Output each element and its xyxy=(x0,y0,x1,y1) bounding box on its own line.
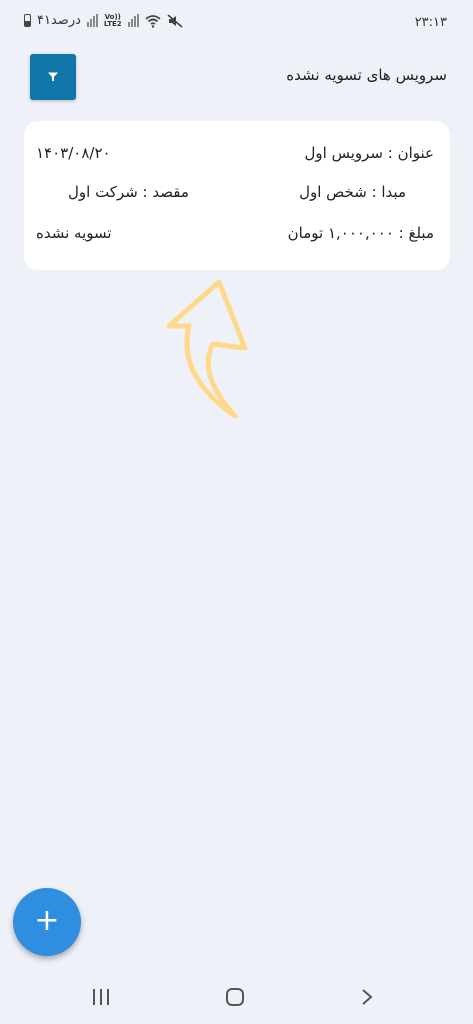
filter-icon xyxy=(48,72,58,82)
volte-text-bottom: LTE2 xyxy=(103,19,122,28)
status-time: ۲۳:۱۳ xyxy=(414,15,447,30)
service-amount: مبلغ : ۱,۰۰۰,۰۰۰ تومان xyxy=(287,224,434,242)
status-bar: ۴۱درصد Vo)) LTE2 ۲۳:۱۳ xyxy=(0,0,473,44)
volte-icon: Vo)) LTE2 xyxy=(103,13,122,28)
battery-icon xyxy=(24,14,31,27)
home-icon[interactable] xyxy=(226,988,244,1006)
filter-button[interactable] xyxy=(30,54,76,100)
card-row-title: عنوان : سرویس اول ۱۴۰۳/۰۸/۲۰ xyxy=(24,144,450,166)
wifi-icon xyxy=(145,14,161,28)
signal-icon xyxy=(86,14,98,27)
signal-icon xyxy=(127,14,139,27)
page-title: سرویس های تسویه نشده xyxy=(286,66,447,84)
service-destination: مقصد : شرکت اول xyxy=(68,183,189,201)
service-origin: مبدا : شخص اول xyxy=(299,183,406,201)
status-icons: ۴۱درصد Vo)) LTE2 xyxy=(24,13,183,28)
card-row-route: مبدا : شخص اول مقصد : شرکت اول xyxy=(24,183,450,205)
arrow-up-icon xyxy=(166,279,248,419)
back-icon[interactable] xyxy=(358,988,376,1006)
navigation-bar xyxy=(0,966,473,1024)
service-date: ۱۴۰۳/۰۸/۲۰ xyxy=(36,144,111,162)
service-card[interactable]: عنوان : سرویس اول ۱۴۰۳/۰۸/۲۰ مبدا : شخص … xyxy=(24,121,450,270)
mute-icon xyxy=(167,13,183,28)
add-button[interactable]: + xyxy=(13,888,81,956)
recents-icon[interactable] xyxy=(93,989,109,1005)
card-row-amount: مبلغ : ۱,۰۰۰,۰۰۰ تومان تسویه نشده xyxy=(24,224,450,246)
battery-text: ۴۱درصد xyxy=(37,13,81,28)
service-status: تسویه نشده xyxy=(36,224,112,242)
service-title: عنوان : سرویس اول xyxy=(304,144,434,162)
